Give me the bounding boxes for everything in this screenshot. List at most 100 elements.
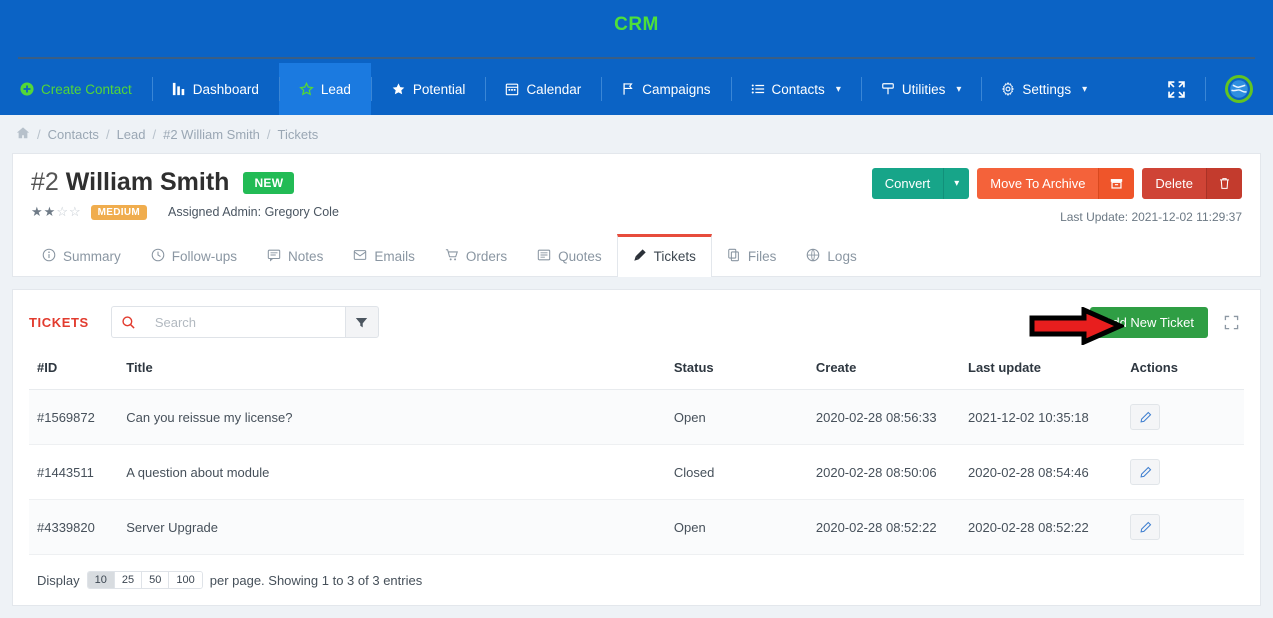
nav-item-calendar[interactable]: Calendar — [485, 63, 601, 115]
plus-circle-icon — [20, 82, 34, 96]
chevron-down-icon: ▾ — [954, 178, 960, 189]
column-header-create[interactable]: Create — [807, 352, 960, 390]
cell-status: Closed — [665, 444, 808, 500]
calendar-icon — [505, 82, 519, 96]
page-size-100[interactable]: 100 — [169, 572, 202, 588]
nav-item-lead[interactable]: Lead — [278, 63, 371, 115]
tickets-toolbar-right: Add New Ticket — [1089, 306, 1244, 338]
delete-button-group: Delete — [1142, 168, 1242, 199]
filter-button[interactable] — [344, 306, 379, 338]
page-size-selector: 10 25 50 100 — [86, 571, 203, 589]
convert-button[interactable]: Convert — [871, 168, 944, 199]
table-row[interactable]: #1569872 Can you reissue my license? Ope… — [29, 389, 1244, 445]
pagination-controls: Display 10 25 50 100 per page. Showing 1… — [13, 555, 1260, 595]
nav-item-dashboard[interactable]: Dashboard — [151, 63, 279, 115]
cell-title: A question about module — [118, 444, 666, 500]
tab-label: Follow-ups — [171, 249, 238, 264]
globe-grid-icon — [806, 248, 820, 265]
nav-item-utilities[interactable]: Utilities ▾ — [860, 63, 982, 115]
tab-files[interactable]: Files — [712, 234, 792, 276]
last-update-text: Last Update: 2021-12-02 11:29:37 — [1060, 210, 1242, 224]
edit-pencil-icon[interactable] — [1130, 514, 1161, 540]
nav-label: Dashboard — [192, 81, 259, 97]
header-divider — [18, 57, 1255, 59]
table-row[interactable]: #1443511 A question about module Closed … — [29, 444, 1244, 500]
tab-orders[interactable]: Orders — [430, 234, 522, 276]
trash-icon[interactable] — [1206, 168, 1242, 199]
edit-pencil-icon[interactable] — [1130, 404, 1161, 430]
tickets-toolbar: TICKETS Add New Ticket — [13, 290, 1260, 352]
tickets-panel: TICKETS Add New Ticket #ID Title Status … — [12, 289, 1261, 606]
tab-tickets[interactable]: Tickets — [616, 234, 712, 277]
breadcrumb-separator: / — [266, 126, 271, 142]
search-input[interactable] — [144, 306, 345, 338]
move-to-archive-button[interactable]: Move To Archive — [977, 168, 1099, 199]
page-title: #2 William Smith — [31, 168, 229, 197]
column-header-title[interactable]: Title — [118, 352, 666, 390]
convert-dropdown-toggle[interactable]: ▾ — [943, 168, 970, 199]
assigned-admin: Assigned Admin: Gregory Cole — [167, 205, 339, 219]
cell-create: 2020-02-28 08:52:22 — [807, 499, 960, 555]
breadcrumb-item-tickets[interactable]: Tickets — [278, 127, 319, 142]
nav-label: Contacts — [771, 81, 825, 97]
tab-notes[interactable]: Notes — [252, 234, 338, 276]
nav-item-contacts[interactable]: Contacts ▾ — [730, 63, 861, 115]
tab-logs[interactable]: Logs — [791, 234, 871, 276]
cell-id: #4339820 — [29, 499, 119, 555]
files-icon — [727, 248, 741, 265]
home-icon[interactable] — [16, 126, 30, 143]
user-avatar-button[interactable] — [1205, 63, 1273, 115]
display-label: Display — [37, 572, 80, 588]
breadcrumb-item-lead[interactable]: Lead — [117, 127, 146, 142]
edit-pencil-icon[interactable] — [1130, 459, 1161, 485]
search-group — [110, 306, 379, 338]
ticket-icon — [633, 248, 647, 265]
cell-title: Can you reissue my license? — [118, 389, 666, 445]
expand-arrows-icon[interactable] — [1218, 309, 1244, 335]
search-icon[interactable] — [110, 306, 145, 338]
record-actions: Convert ▾ Move To Archive Delete Last Up… — [871, 168, 1242, 224]
table-header-row: #ID Title Status Create Last update Acti… — [29, 352, 1244, 390]
tab-label: Notes — [288, 249, 324, 264]
list-icon — [751, 82, 765, 96]
rating-stars[interactable]: ★★☆☆ — [31, 204, 82, 220]
record-action-buttons: Convert ▾ Move To Archive Delete — [871, 168, 1242, 199]
nav-item-campaigns[interactable]: Campaigns — [601, 63, 730, 115]
fullscreen-toggle[interactable] — [1148, 63, 1205, 115]
column-header-status[interactable]: Status — [665, 352, 808, 390]
cart-icon — [445, 248, 459, 265]
breadcrumb-item-record[interactable]: #2 William Smith — [163, 127, 260, 142]
tab-label: Files — [747, 249, 777, 264]
cell-actions — [1122, 499, 1244, 555]
status-badge: NEW — [243, 171, 295, 194]
clock-icon — [151, 248, 165, 265]
add-new-ticket-button[interactable]: Add New Ticket — [1089, 306, 1208, 338]
breadcrumb-item-contacts[interactable]: Contacts — [48, 127, 99, 142]
page-size-10[interactable]: 10 — [87, 572, 115, 588]
envelope-icon — [353, 248, 367, 265]
flag-icon — [621, 82, 635, 96]
tab-quotes[interactable]: Quotes — [522, 234, 617, 276]
column-header-last-update[interactable]: Last update — [960, 352, 1123, 390]
archive-box-icon[interactable] — [1098, 168, 1135, 199]
delete-button[interactable]: Delete — [1142, 168, 1206, 199]
tab-label: Emails — [374, 249, 415, 264]
page-size-50[interactable]: 50 — [142, 572, 170, 588]
nav-item-potential[interactable]: Potential — [370, 63, 486, 115]
record-id: #2 — [31, 168, 59, 196]
nav-item-settings[interactable]: Settings ▾ — [981, 63, 1107, 115]
tab-emails[interactable]: Emails — [338, 234, 430, 276]
cell-id: #1569872 — [29, 389, 119, 445]
page-size-25[interactable]: 25 — [114, 572, 143, 588]
column-header-actions: Actions — [1122, 352, 1244, 390]
star-outline-icon — [299, 81, 314, 97]
globe-avatar-icon — [1225, 75, 1253, 103]
nav-label: Settings — [1022, 81, 1072, 97]
record-header-card: #2 William Smith NEW ★★☆☆ MEDIUM Assigne… — [12, 153, 1261, 277]
column-header-id[interactable]: #ID — [29, 352, 119, 390]
tab-follow-ups[interactable]: Follow-ups — [136, 234, 252, 276]
tab-summary[interactable]: Summary — [27, 234, 136, 276]
table-row[interactable]: #4339820 Server Upgrade Open 2020-02-28 … — [29, 499, 1244, 555]
nav-item-create-contact[interactable]: Create Contact — [0, 63, 152, 115]
